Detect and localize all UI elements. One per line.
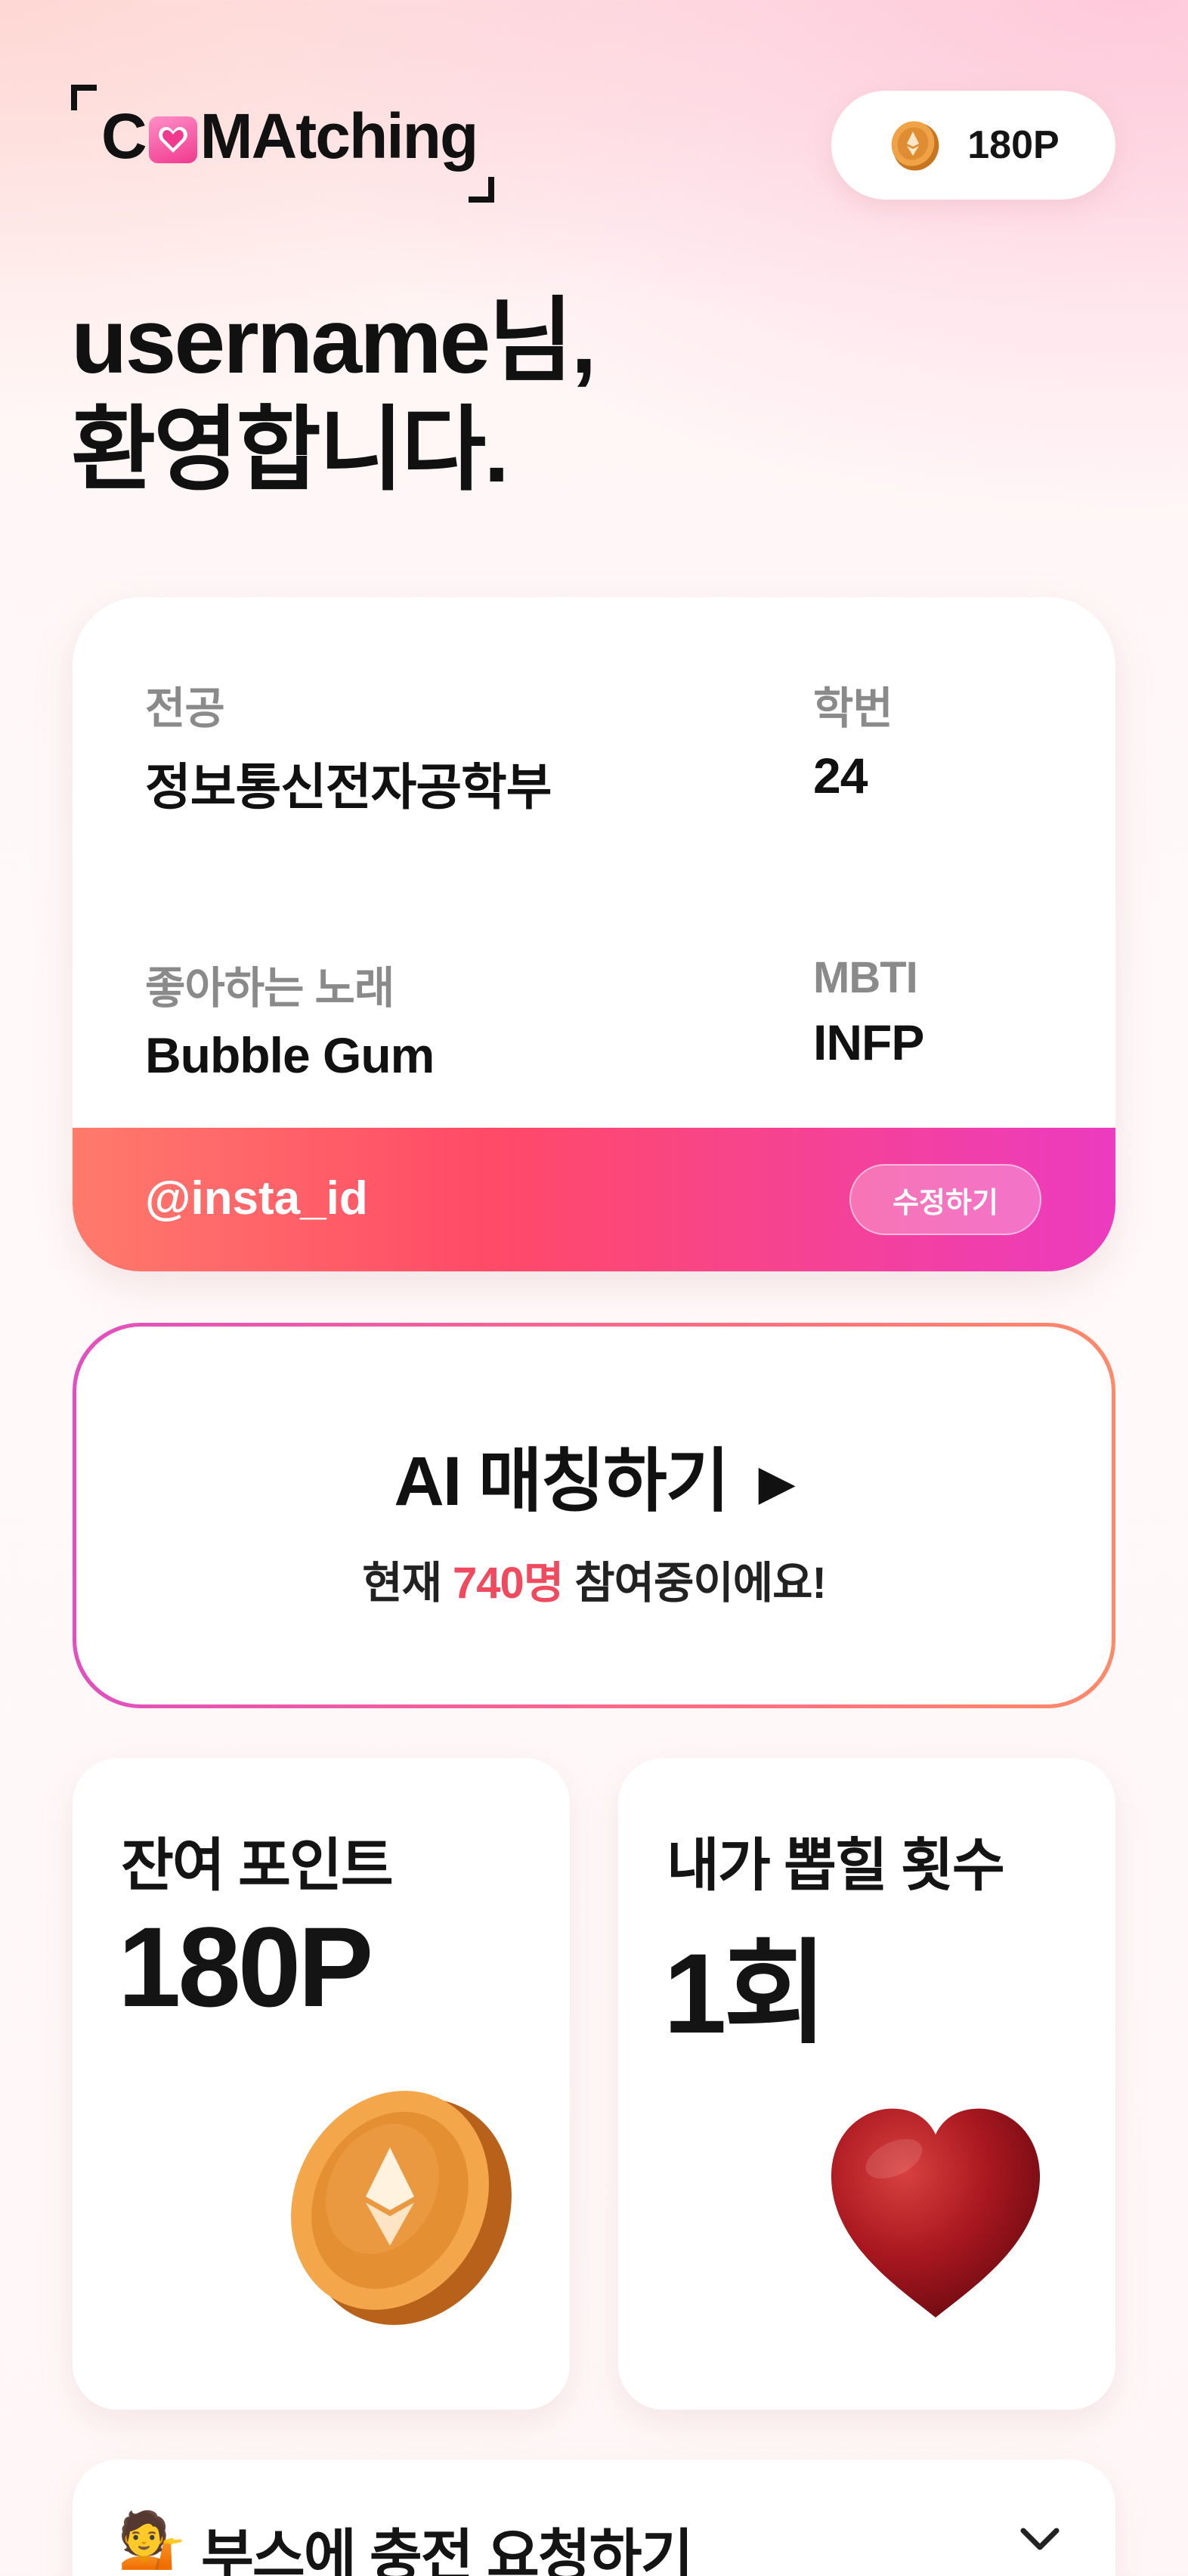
picked-count-card[interactable]: 내가 뽑힐 횟수 1회 [618, 1758, 1115, 2410]
song-field: 좋아하는 노래 Bubble Gum [145, 952, 435, 1084]
student-id-value: 24 [813, 748, 868, 803]
ai-match-participants: 현재 740명 참여중이에요! [76, 1547, 1112, 1611]
picked-count-label: 내가 뽑힐 횟수 [667, 1834, 1005, 1898]
chevron-down-icon[interactable] [1002, 2502, 1078, 2576]
logo-text: C MAtching [101, 100, 479, 173]
mbti-label: MBTI [813, 953, 918, 1002]
picked-count-value: 1회 [664, 1930, 828, 2057]
person-tipping-hand-icon: 💁 [118, 2510, 186, 2571]
mbti-field: MBTI INFP [813, 952, 924, 1071]
coin-icon [891, 121, 939, 171]
major-value: 정보통신전자공학부 [145, 759, 552, 815]
booth-request-label: 부스에 충전 요청하기 [201, 2525, 694, 2576]
welcome-heading: username님, 환영합니다. [71, 287, 597, 505]
coin-illustration-icon [291, 2091, 512, 2325]
booth-request-button[interactable]: 💁 부스에 충전 요청하기 [73, 2460, 1115, 2576]
participants-suffix: 참여중이에요! [563, 1559, 826, 1608]
logo-text-start: C [101, 101, 147, 172]
ai-match-inner: AI 매칭하기 ▶ 현재 740명 참여중이에요! [76, 1327, 1112, 1704]
ai-match-title: AI 매칭하기 [394, 1443, 729, 1520]
profile-card: 전공 정보통신전자공학부 학번 24 좋아하는 노래 Bubble Gum MB… [73, 597, 1115, 1271]
participants-count: 740명 [453, 1559, 564, 1608]
play-triangle-icon: ▶ [758, 1455, 795, 1509]
logo-heart-icon [148, 116, 197, 163]
ai-match-title-row: AI 매칭하기 ▶ [76, 1425, 1112, 1525]
welcome-line-2: 환영합니다. [71, 398, 509, 501]
logo-bracket-bottom-right [469, 177, 494, 203]
participants-prefix: 현재 [362, 1559, 453, 1608]
student-id-label: 학번 [813, 684, 893, 733]
mbti-value: INFP [813, 1014, 924, 1070]
student-id-field: 학번 24 [813, 673, 893, 804]
points-pill-button[interactable]: 180P [831, 91, 1115, 200]
points-pill-label: 180P [967, 123, 1060, 167]
edit-profile-button[interactable]: 수정하기 [849, 1164, 1041, 1235]
remaining-points-card[interactable]: 잔여 포인트 180P [73, 1758, 570, 2410]
welcome-line-1: username님, [71, 289, 597, 392]
song-label: 좋아하는 노래 [145, 964, 394, 1013]
logo-text-end: MAtching [200, 101, 479, 172]
instagram-id: @insta_id [145, 1172, 368, 1225]
profile-card-footer: @insta_id 수정하기 [73, 1128, 1115, 1271]
ai-match-button[interactable]: AI 매칭하기 ▶ 현재 740명 참여중이에요! [73, 1323, 1115, 1708]
major-label: 전공 [145, 684, 225, 733]
remaining-points-value: 180P [118, 1903, 373, 2030]
heart-illustration-icon [831, 2108, 1041, 2317]
song-value: Bubble Gum [145, 1027, 435, 1083]
remaining-points-label: 잔여 포인트 [121, 1834, 394, 1898]
app-logo: C MAtching [71, 85, 494, 206]
major-field: 전공 정보통신전자공학부 [145, 673, 552, 819]
logo-bracket-top-left [71, 85, 97, 110]
